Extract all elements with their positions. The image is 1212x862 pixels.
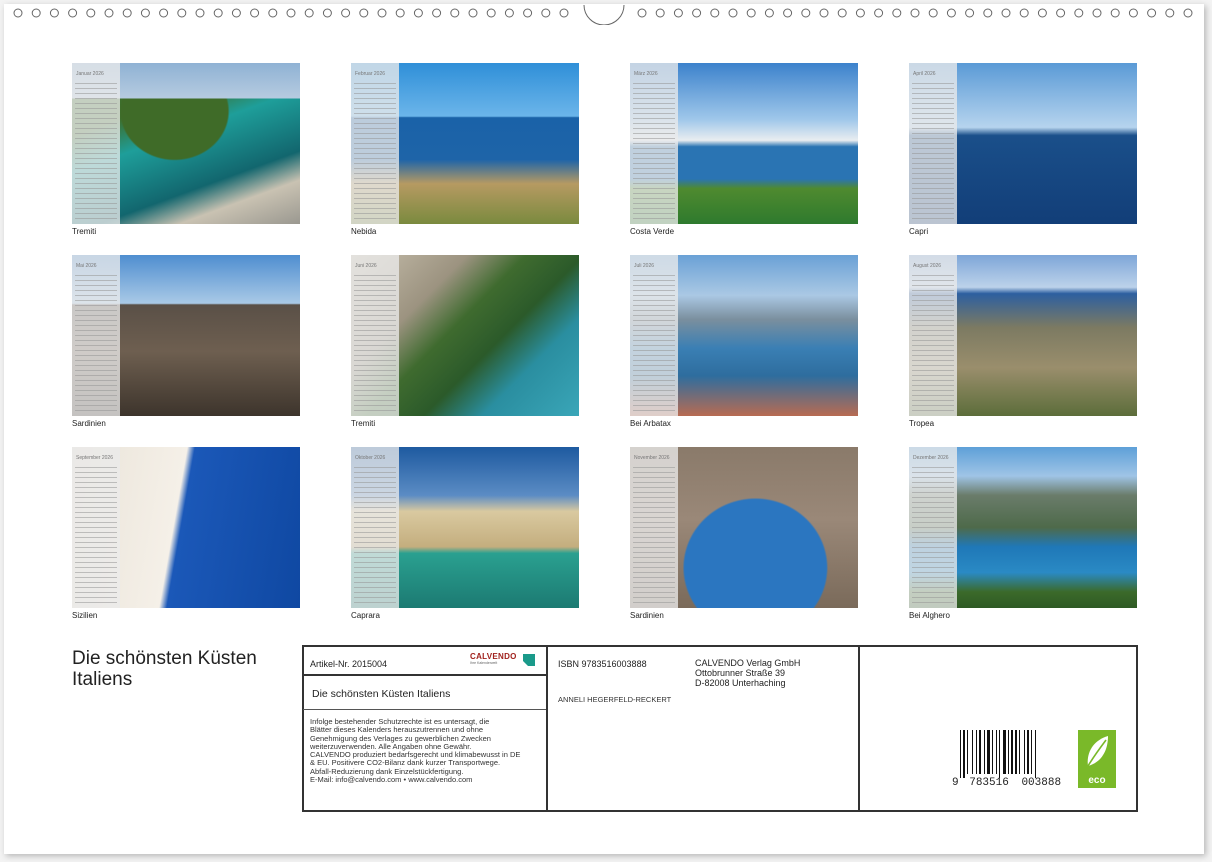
date-lines bbox=[912, 79, 954, 220]
date-strip: April 2026 bbox=[909, 63, 957, 224]
date-lines bbox=[75, 79, 117, 220]
photo-caption: Sardinien bbox=[630, 611, 664, 620]
month-label: Dezember 2026 bbox=[913, 455, 949, 461]
publisher-name: CALVENDO Verlag GmbH bbox=[695, 658, 801, 668]
photo-caption: Tremiti bbox=[72, 227, 97, 236]
barcode-group-2: 003888 bbox=[1021, 777, 1062, 789]
date-lines bbox=[912, 463, 954, 604]
photo-caption: Capri bbox=[909, 227, 929, 236]
photo-caption: Tremiti bbox=[351, 419, 376, 428]
photo-caption: Caprara bbox=[351, 611, 380, 620]
eco-label: eco bbox=[1088, 775, 1106, 786]
month-label: April 2026 bbox=[913, 71, 936, 77]
date-lines bbox=[633, 463, 675, 604]
month-label: Juni 2026 bbox=[355, 263, 377, 269]
photo-caption: Sizilien bbox=[72, 611, 98, 620]
barcode bbox=[960, 730, 1036, 778]
month-thumbnail: Mai 2026 bbox=[72, 255, 300, 416]
date-strip: Dezember 2026 bbox=[909, 447, 957, 608]
month-thumbnail: August 2026 bbox=[909, 255, 1137, 416]
legal-text: Infolge bestehender Schutzrechte ist es … bbox=[310, 717, 545, 785]
leaf-icon bbox=[1087, 736, 1108, 767]
date-strip: März 2026 bbox=[630, 63, 678, 224]
month-thumbnail: Juli 2026 bbox=[630, 255, 858, 416]
divider bbox=[303, 674, 547, 676]
month-label: Januar 2026 bbox=[76, 71, 104, 77]
photo-caption: Bei Alghero bbox=[909, 611, 950, 620]
logo-mark-icon bbox=[523, 654, 535, 666]
author: ANNELI HEGERFELD-RECKERT bbox=[558, 695, 672, 704]
month-thumbnail: November 2026 bbox=[630, 447, 858, 608]
date-lines bbox=[354, 271, 396, 412]
article-number: Artikel-Nr. 2015004 bbox=[310, 659, 388, 669]
calendar-title: Die schönsten Küsten Italiens bbox=[72, 648, 257, 690]
date-strip: Mai 2026 bbox=[72, 255, 120, 416]
date-strip: Januar 2026 bbox=[72, 63, 120, 224]
date-lines bbox=[633, 79, 675, 220]
month-thumbnail: Dezember 2026 bbox=[909, 447, 1137, 608]
photo-caption: Tropea bbox=[909, 419, 935, 428]
barcode-group-1: 783516 bbox=[969, 777, 1009, 789]
month-label: März 2026 bbox=[634, 71, 658, 77]
date-strip: Oktober 2026 bbox=[351, 447, 399, 608]
barcode-number: 9 783516 003888 bbox=[952, 777, 1061, 789]
date-strip: September 2026 bbox=[72, 447, 120, 608]
publisher-address: CALVENDO Verlag GmbH Ottobrunner Straße … bbox=[695, 658, 800, 688]
eco-badge: eco bbox=[1078, 730, 1116, 788]
date-lines bbox=[633, 271, 675, 412]
month-label: September 2026 bbox=[76, 455, 113, 461]
month-thumbnail: September 2026 bbox=[72, 447, 300, 608]
barcode-digit-first: 9 bbox=[952, 777, 959, 789]
month-thumbnail: Oktober 2026 bbox=[351, 447, 579, 608]
month-label: November 2026 bbox=[634, 455, 670, 461]
date-strip: Juni 2026 bbox=[351, 255, 399, 416]
date-lines bbox=[354, 79, 396, 220]
calvendo-logo: CALVENDO Ihre Kalenderwelt bbox=[470, 652, 540, 672]
month-label: Mai 2026 bbox=[76, 263, 97, 269]
month-thumbnail: Februar 2026 bbox=[351, 63, 579, 224]
photo-caption: Bei Arbatax bbox=[630, 419, 671, 428]
photo-caption: Costa Verde bbox=[630, 227, 675, 236]
month-label: Oktober 2026 bbox=[355, 455, 386, 461]
month-thumbnail: Juni 2026 bbox=[351, 255, 579, 416]
date-strip: August 2026 bbox=[909, 255, 957, 416]
date-lines bbox=[75, 271, 117, 412]
date-strip: Februar 2026 bbox=[351, 63, 399, 224]
photo-caption: Sardinien bbox=[72, 419, 106, 428]
divider bbox=[303, 709, 547, 710]
date-lines bbox=[75, 463, 117, 604]
photo-caption: Nebida bbox=[351, 227, 377, 236]
month-label: Februar 2026 bbox=[355, 71, 386, 77]
publisher-city: D-82008 Unterhaching bbox=[695, 678, 786, 688]
product-title: Die schönsten Küsten Italiens bbox=[312, 688, 451, 700]
legal-line: E-Mail: info@calvendo.com • www.calvendo… bbox=[310, 775, 473, 785]
date-lines bbox=[912, 271, 954, 412]
month-thumbnail: April 2026 bbox=[909, 63, 1137, 224]
date-lines bbox=[354, 463, 396, 604]
date-strip: November 2026 bbox=[630, 447, 678, 608]
date-strip: Juli 2026 bbox=[630, 255, 678, 416]
isbn: ISBN 9783516003888 bbox=[558, 659, 647, 669]
publisher-street: Ottobrunner Straße 39 bbox=[695, 668, 786, 678]
month-label: Juli 2026 bbox=[634, 263, 655, 269]
month-label: August 2026 bbox=[913, 263, 942, 269]
month-thumbnail: März 2026 bbox=[630, 63, 858, 224]
spiral-binding bbox=[13, 5, 1193, 25]
month-thumbnail: Januar 2026 bbox=[72, 63, 300, 224]
